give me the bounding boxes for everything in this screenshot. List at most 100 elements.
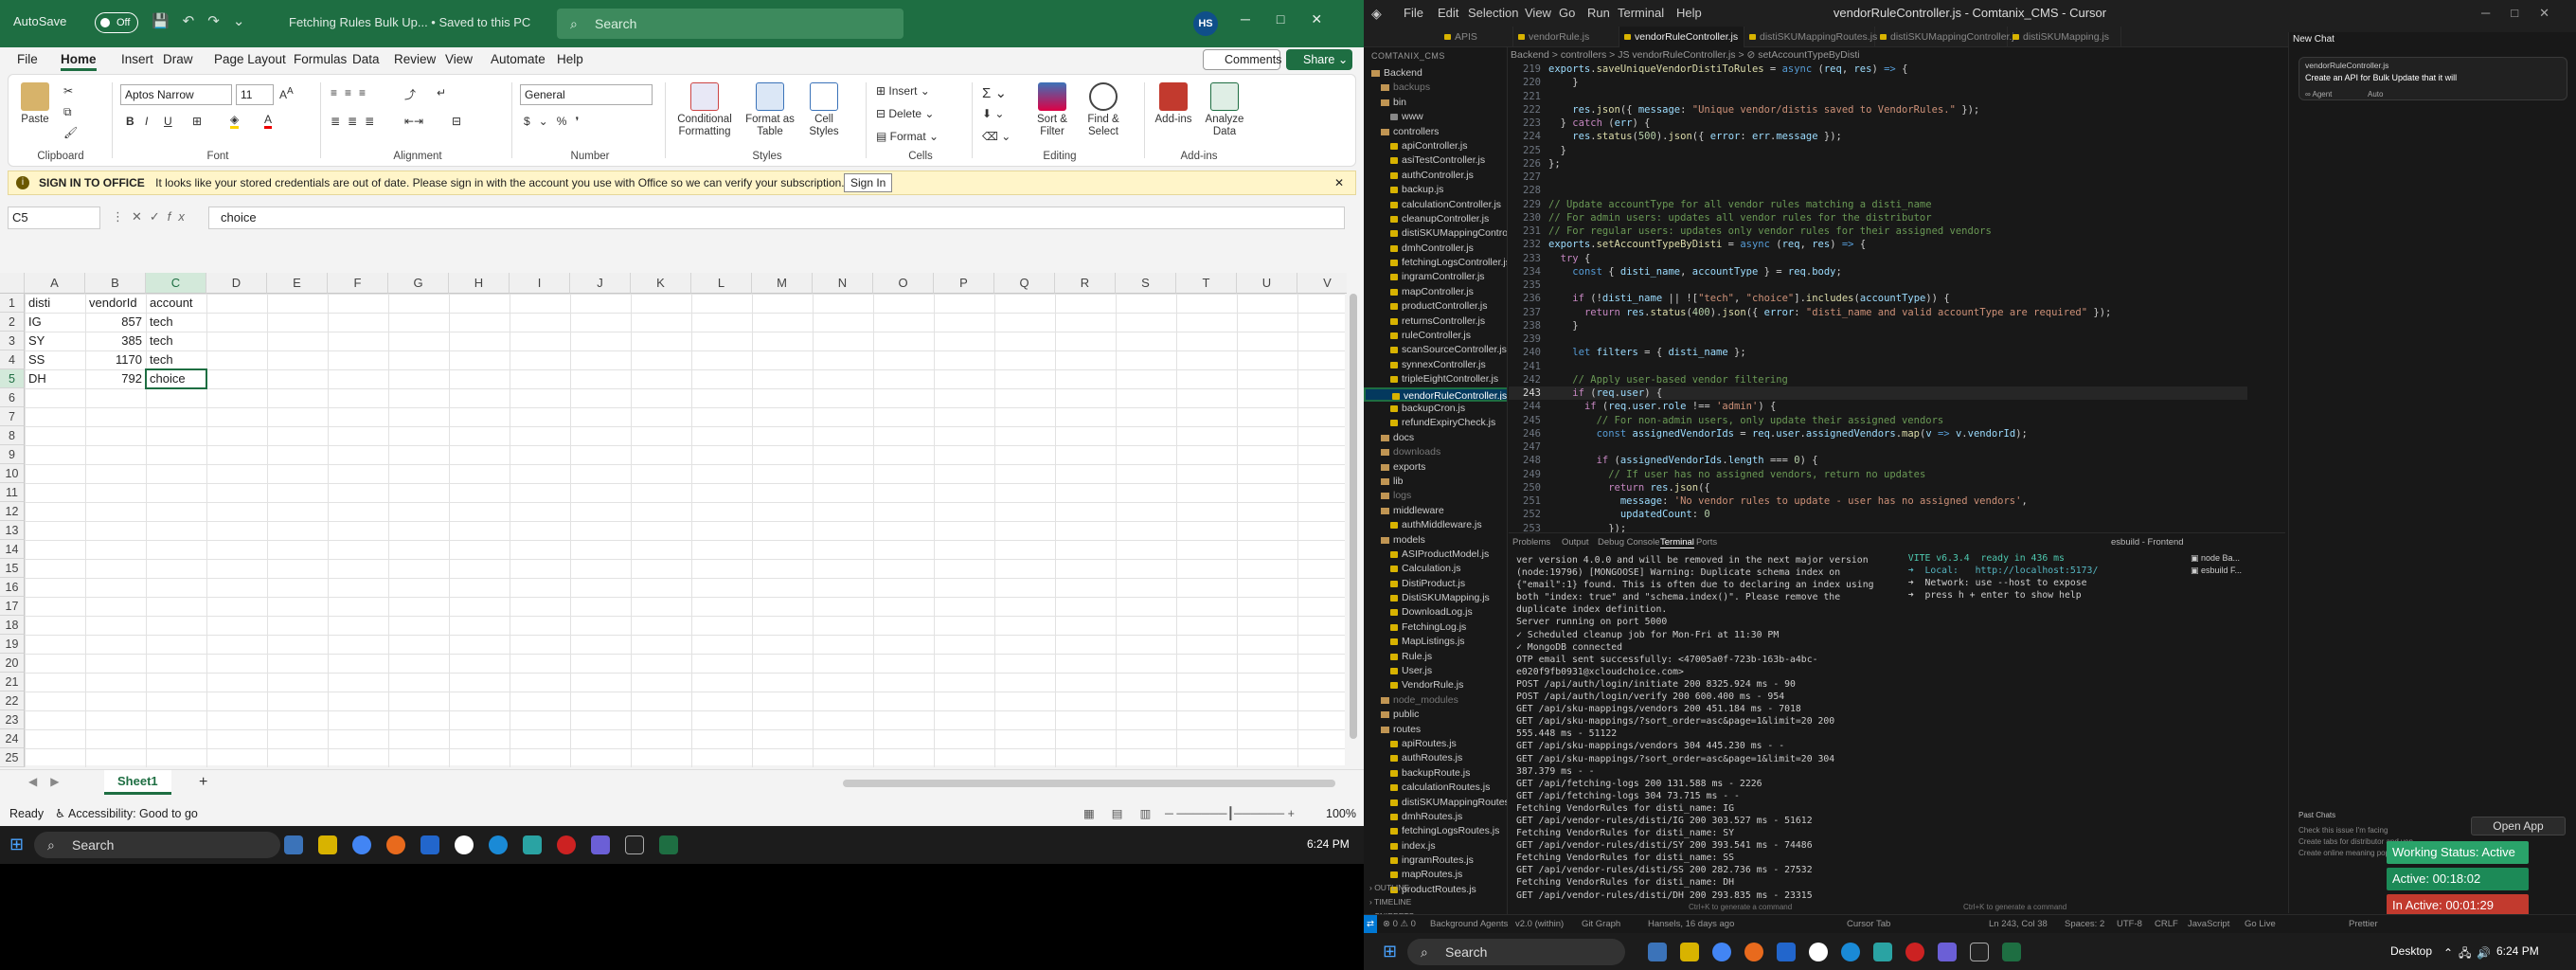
row-header-11[interactable]: 11 <box>0 483 25 502</box>
cursor-menu-go[interactable]: Go <box>1559 6 1575 20</box>
editor-tab-1[interactable]: vendorRule.js <box>1513 27 1619 47</box>
document-title[interactable]: Fetching Rules Bulk Up... • Saved to thi… <box>289 15 530 29</box>
column-header-q[interactable]: Q <box>994 273 1055 294</box>
cell-a4[interactable]: SS <box>25 350 85 369</box>
tree-item[interactable]: returnsController.js <box>1364 314 1507 329</box>
font-color-icon[interactable]: A <box>264 113 273 129</box>
cell-a1[interactable]: disti <box>25 294 85 313</box>
cell-c4[interactable]: tech <box>146 350 206 369</box>
excel-icon[interactable] <box>2002 943 2021 961</box>
cursor-menu-help[interactable]: Help <box>1676 6 1702 20</box>
tree-item[interactable]: authMiddleware.js <box>1364 518 1507 532</box>
copy-icon[interactable]: ⧉ <box>63 105 72 119</box>
tree-item[interactable]: backupRoute.js <box>1364 766 1507 781</box>
task-view-icon[interactable] <box>1648 943 1667 961</box>
conditional-formatting-button[interactable]: Conditional Formatting <box>671 82 738 138</box>
cell-b4[interactable]: 1170 <box>85 350 146 369</box>
terminal-frontend[interactable]: VITE v6.3.4 ready in 436 ms ➜ Local: htt… <box>1897 552 2181 602</box>
cursor-position[interactable]: Ln 243, Col 38 <box>1989 915 2048 933</box>
vscode-icon[interactable] <box>489 835 508 854</box>
code-line[interactable]: exports.saveUniqueVendorDistiToRules = a… <box>1548 63 1907 76</box>
tree-item[interactable]: User.js <box>1364 664 1507 678</box>
code-line[interactable]: return res.status(400).json({ error: "di… <box>1548 306 2111 319</box>
tree-item[interactable]: Calculation.js <box>1364 562 1507 576</box>
panel-tab-ports[interactable]: Ports <box>1696 537 1717 548</box>
chrome-icon[interactable] <box>1712 943 1731 961</box>
agent-mode-select[interactable]: ∞ Agent <box>2305 90 2332 99</box>
cursor-menu-terminal[interactable]: Terminal <box>1618 6 1664 20</box>
column-header-b[interactable]: B <box>85 273 146 294</box>
column-header-t[interactable]: T <box>1176 273 1237 294</box>
row-header-20[interactable]: 20 <box>0 654 25 673</box>
code-line[interactable]: } catch (err) { <box>1548 117 1651 130</box>
accessibility-status[interactable]: ♿ Accessibility: Good to go <box>55 801 198 826</box>
tree-item[interactable]: ingramController.js <box>1364 270 1507 284</box>
italic-button[interactable]: I <box>145 115 148 128</box>
vertical-align-icons[interactable]: ≡≡≡ <box>331 86 373 99</box>
tree-item[interactable]: backupCron.js <box>1364 402 1507 416</box>
tree-item[interactable]: apiController.js <box>1364 139 1507 153</box>
tree-item[interactable]: lib <box>1364 475 1507 489</box>
row-header-2[interactable]: 2 <box>0 313 25 332</box>
app-icon[interactable] <box>1809 943 1828 961</box>
indent-icon[interactable]: ⇤⇥ <box>404 115 423 128</box>
code-line[interactable]: } <box>1548 144 1566 157</box>
version-label[interactable]: v2.0 (within) <box>1515 915 1564 933</box>
format-cells-button[interactable]: ▤ Format ⌄ <box>876 130 939 143</box>
column-header-r[interactable]: R <box>1055 273 1116 294</box>
file-explorer-icon[interactable] <box>318 835 337 854</box>
tree-item[interactable]: middleware <box>1364 504 1507 518</box>
row-header-7[interactable]: 7 <box>0 407 25 426</box>
column-header-h[interactable]: H <box>449 273 510 294</box>
addins-button[interactable]: Add-ins <box>1151 82 1196 126</box>
panel-tab-debug-console[interactable]: Debug Console <box>1598 537 1660 548</box>
language-mode[interactable]: JavaScript <box>2188 915 2229 933</box>
chat-file-chip[interactable]: vendorRuleController.js <box>2305 61 2388 70</box>
autosum-icon[interactable]: Σ ⌄ <box>982 84 1007 101</box>
line-endings[interactable]: CRLF <box>2155 915 2178 933</box>
tree-item[interactable]: mapController.js <box>1364 285 1507 299</box>
tree-item[interactable]: cleanupController.js <box>1364 212 1507 226</box>
paste-button[interactable]: Paste <box>18 82 52 126</box>
code-line[interactable]: // Update accountType for all vendor rul… <box>1548 198 1932 211</box>
analyze-data-button[interactable]: Analyze Data <box>1200 82 1249 138</box>
terminal-backend[interactable]: ver version 4.0.0 and will be removed in… <box>1516 554 1876 902</box>
tree-item[interactable]: controllers <box>1364 125 1507 139</box>
editor-tab-3[interactable]: distiSKUMappingRoutes.js <box>1744 27 1877 47</box>
tree-item[interactable]: models <box>1364 533 1507 548</box>
tree-item[interactable]: ASIProductModel.js <box>1364 548 1507 562</box>
code-line[interactable]: let filters = { disti_name }; <box>1548 346 1745 359</box>
task-view-icon[interactable] <box>284 835 303 854</box>
font-size-select[interactable]: 11 <box>236 84 274 105</box>
excel-search-input[interactable]: ⌕ Search <box>557 9 903 39</box>
teams-icon[interactable] <box>420 835 439 854</box>
vscode-icon[interactable] <box>1841 943 1860 961</box>
cursor-menu-run[interactable]: Run <box>1587 6 1610 20</box>
menu-file[interactable]: File <box>17 52 38 66</box>
panel-tab-terminal[interactable]: Terminal <box>1660 537 1694 548</box>
code-line[interactable]: return res.json({ <box>1548 481 1710 494</box>
spreadsheet-grid[interactable]: A B C D E F G H I J K L M N O P Q R S T U V 1 2 3 4 5 6 7 8 9 10 11 12 13 1… <box>0 273 1358 767</box>
model-select[interactable]: Auto <box>2368 90 2383 99</box>
tree-item[interactable]: authRoutes.js <box>1364 751 1507 765</box>
tree-item[interactable]: apiRoutes.js <box>1364 737 1507 751</box>
code-line[interactable]: try { <box>1548 252 1591 265</box>
tree-item[interactable]: VendorRule.js <box>1364 678 1507 692</box>
tray-icons[interactable]: ⌃🖧🔊 <box>2443 944 2496 964</box>
tree-item[interactable]: distiSKUMappingController.js <box>1364 226 1507 241</box>
row-header-16[interactable]: 16 <box>0 578 25 597</box>
formula-icons[interactable]: ⋮✕✓fx <box>112 209 192 225</box>
tree-item[interactable]: DistiProduct.js <box>1364 577 1507 591</box>
tree-item[interactable]: Backend <box>1364 66 1507 81</box>
row-header-18[interactable]: 18 <box>0 616 25 635</box>
tree-item[interactable]: public <box>1364 708 1507 722</box>
tree-item[interactable]: node_modules <box>1364 693 1507 708</box>
borders-icon[interactable]: ⊞ <box>192 115 202 128</box>
number-format-select[interactable]: General <box>520 84 653 105</box>
comments-button[interactable]: Comments <box>1203 49 1281 70</box>
tree-item[interactable]: DownloadLog.js <box>1364 605 1507 620</box>
firefox-icon[interactable] <box>1744 943 1763 961</box>
column-header-g[interactable]: G <box>388 273 449 294</box>
tree-item[interactable]: MapListings.js <box>1364 635 1507 649</box>
tree-item[interactable]: backups <box>1364 81 1507 95</box>
